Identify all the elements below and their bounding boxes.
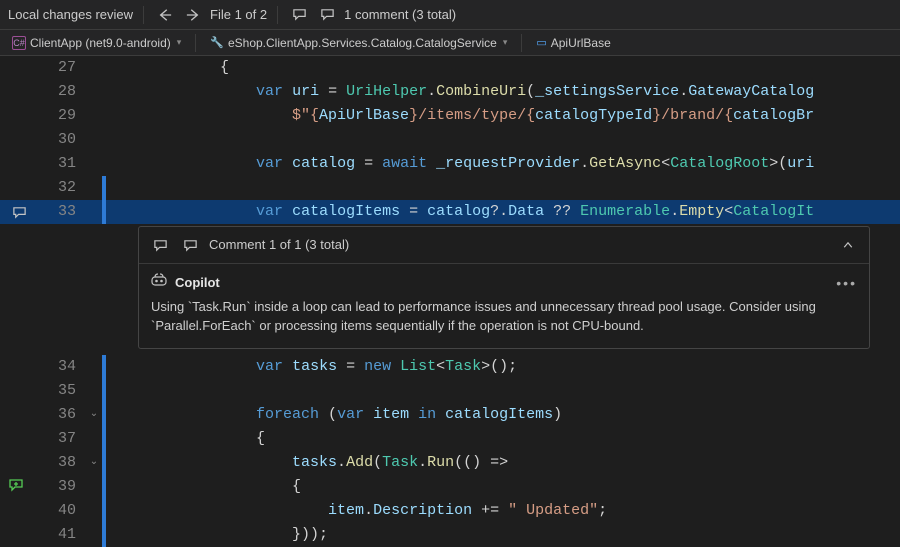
- add-comment-button[interactable]: [4, 473, 28, 497]
- line-number: 33: [38, 200, 86, 224]
- change-indicator: [102, 475, 106, 499]
- fold-toggle[interactable]: ⌄: [86, 403, 102, 427]
- comment-body: Using `Task.Run` inside a loop can lead …: [151, 298, 857, 336]
- separator: [195, 34, 196, 52]
- review-toolbar: Local changes review File 1 of 2 1 comme…: [0, 0, 900, 30]
- line-number: 28: [38, 80, 86, 104]
- prev-file-button[interactable]: [154, 4, 176, 26]
- change-indicator: [102, 451, 106, 475]
- crumb-type[interactable]: 🔧 eShop.ClientApp.Services.Catalog.Catal…: [204, 34, 513, 52]
- change-indicator: [102, 379, 106, 403]
- line-number: 40: [38, 499, 86, 523]
- line-number: 32: [38, 176, 86, 200]
- line-number: 38: [38, 451, 86, 475]
- code-line: item.Description += " Updated";: [108, 499, 607, 523]
- comment-popup: Comment 1 of 1 (3 total) Copilot ••• Usi…: [138, 226, 870, 349]
- crumb-member-label: ApiUrlBase: [551, 36, 611, 50]
- class-icon: 🔧: [210, 36, 224, 49]
- change-indicator: [102, 523, 106, 547]
- crumb-project-label: ClientApp (net9.0-android): [30, 36, 171, 50]
- code-line: var uri = UriHelper.CombineUri(_settings…: [108, 80, 814, 104]
- code-line: }));: [108, 523, 328, 547]
- line-number: 34: [38, 355, 86, 379]
- next-thread-button[interactable]: [179, 234, 201, 256]
- line-number: 29: [38, 104, 86, 128]
- code-line: {: [108, 427, 265, 451]
- chevron-up-icon: [842, 239, 854, 251]
- comment-popup-header: Comment 1 of 1 (3 total): [139, 227, 869, 264]
- code-line: var catalog = await _requestProvider.Get…: [108, 152, 814, 176]
- code-line: {: [108, 475, 301, 499]
- line-number: 31: [38, 152, 86, 176]
- next-comment-button[interactable]: [316, 4, 338, 26]
- line-number: 30: [38, 128, 86, 152]
- arrow-left-icon: [158, 8, 172, 22]
- comment-summary: 1 comment (3 total): [344, 7, 456, 22]
- code-line: [108, 176, 112, 200]
- prev-comment-button[interactable]: [288, 4, 310, 26]
- crumb-member[interactable]: ▭ ApiUrlBase: [530, 34, 616, 52]
- collapse-popup-button[interactable]: [837, 234, 859, 256]
- code-line: tasks.Add(Task.Run(() =>: [108, 451, 508, 475]
- code-line: foreach (var item in catalogItems): [108, 403, 562, 427]
- change-indicator: [102, 176, 106, 200]
- add-comment-icon: [8, 477, 24, 493]
- change-indicator: [102, 355, 106, 379]
- line-number: 39: [38, 475, 86, 499]
- code-line: var catalogItems = catalog?.Data ?? Enum…: [108, 200, 814, 224]
- separator: [143, 6, 144, 24]
- comment-author: Copilot: [175, 274, 220, 293]
- line-number: 36: [38, 403, 86, 427]
- prev-thread-button[interactable]: [149, 234, 171, 256]
- code-line: [108, 128, 112, 152]
- fold-toggle[interactable]: ⌄: [86, 451, 102, 475]
- field-icon: ▭: [536, 36, 546, 49]
- line-number: 35: [38, 379, 86, 403]
- crumb-type-label: eShop.ClientApp.Services.Catalog.Catalog…: [228, 36, 497, 50]
- comment-counter: Comment 1 of 1 (3 total): [209, 233, 349, 257]
- chevron-down-icon: ▾: [503, 37, 508, 48]
- code-line: {: [108, 56, 229, 80]
- line-number: 37: [38, 427, 86, 451]
- change-indicator: [102, 499, 106, 523]
- change-indicator: [102, 200, 106, 224]
- separator: [521, 34, 522, 52]
- line-number: 41: [38, 523, 86, 547]
- code-editor[interactable]: 27 { 28 var uri = UriHelper.CombineUri(_…: [0, 56, 900, 547]
- crumb-project[interactable]: C# ClientApp (net9.0-android) ▾: [6, 34, 187, 52]
- file-counter: File 1 of 2: [210, 7, 267, 22]
- code-line: var tasks = new List<Task>();: [108, 355, 517, 379]
- copilot-icon: [151, 272, 167, 294]
- next-file-button[interactable]: [182, 4, 204, 26]
- chevron-down-icon: ▾: [177, 37, 182, 48]
- line-number: 27: [38, 56, 86, 80]
- arrow-right-icon: [186, 8, 200, 22]
- comment-more-button[interactable]: •••: [836, 273, 857, 293]
- change-indicator: [102, 427, 106, 451]
- separator: [277, 6, 278, 24]
- comment-gutter-icon[interactable]: [12, 205, 27, 220]
- change-indicator: [102, 403, 106, 427]
- review-title: Local changes review: [8, 7, 133, 22]
- breadcrumb-bar: C# ClientApp (net9.0-android) ▾ 🔧 eShop.…: [0, 30, 900, 56]
- code-line: $"{ApiUrlBase}/items/type/{catalogTypeId…: [108, 104, 814, 128]
- csharp-icon: C#: [12, 36, 26, 50]
- code-line: [108, 379, 112, 403]
